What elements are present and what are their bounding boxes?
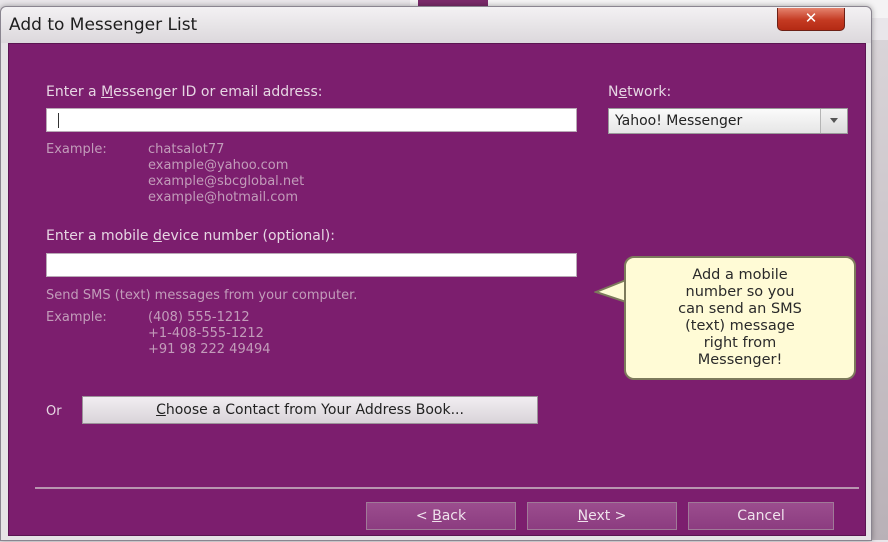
mobile-tip-callout: Add a mobile number so you can send an S… <box>624 256 856 380</box>
id-example-label: Example: <box>46 142 107 157</box>
mobile-example-item: (408) 555-1212 <box>148 310 250 325</box>
sms-hint: Send SMS (text) messages from your compu… <box>46 288 358 303</box>
id-example-item: chatsalot77 <box>148 142 225 157</box>
close-button[interactable]: ✕ <box>777 8 845 31</box>
mobile-example-item: +91 98 222 49494 <box>148 342 271 357</box>
id-example-item: example@hotmail.com <box>148 190 298 205</box>
back-button[interactable]: < Back <box>366 502 516 530</box>
footer-divider <box>35 487 859 489</box>
mobile-number-input[interactable] <box>46 253 577 277</box>
dialog-title: Add to Messenger List <box>9 15 198 35</box>
choose-contact-button[interactable]: Choose a Contact from Your Address Book.… <box>82 396 538 424</box>
mobile-number-label: Enter a mobile device number (optional): <box>46 228 335 244</box>
mobile-example-label: Example: <box>46 310 107 325</box>
network-select[interactable]: Yahoo! Messenger <box>608 108 848 134</box>
network-selected-value: Yahoo! Messenger <box>615 113 743 129</box>
callout-pointer <box>594 278 628 304</box>
id-example-item: example@yahoo.com <box>148 158 289 173</box>
next-button[interactable]: Next > <box>527 502 677 530</box>
close-icon: ✕ <box>804 9 818 27</box>
add-to-messenger-list-dialog: Add to Messenger List ✕ Enter a Messenge… <box>0 6 872 541</box>
cancel-button[interactable]: Cancel <box>688 502 834 530</box>
id-example-list: chatsalot77 example@yahoo.com example@sb… <box>148 142 304 206</box>
mobile-example-list: (408) 555-1212 +1-408-555-1212 +91 98 22… <box>148 310 271 358</box>
title-bar: Add to Messenger List ✕ <box>1 7 871 43</box>
or-label: Or <box>46 404 62 419</box>
messenger-id-input[interactable] <box>46 108 577 132</box>
id-example-item: example@sbcglobal.net <box>148 174 305 189</box>
callout-text: Add a mobile number so you can send an S… <box>678 267 802 368</box>
network-label: Network: <box>608 84 672 100</box>
dialog-body: Enter a Messenger ID or email address: E… <box>8 43 866 536</box>
text-caret <box>58 113 59 128</box>
chevron-down-icon[interactable] <box>820 109 847 133</box>
messenger-id-label: Enter a Messenger ID or email address: <box>46 84 323 100</box>
mobile-example-item: +1-408-555-1212 <box>148 326 264 341</box>
